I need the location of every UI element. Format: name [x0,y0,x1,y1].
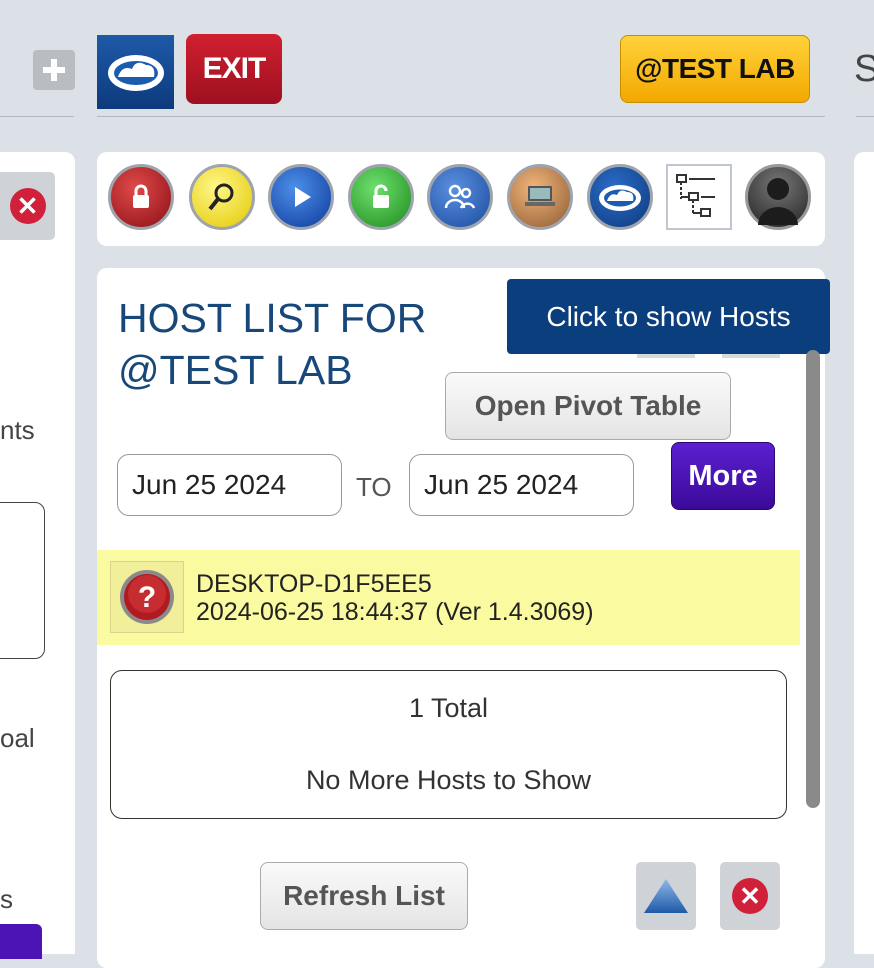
scrollbar[interactable] [806,350,820,808]
play-icon[interactable] [268,164,334,230]
date-range-separator: TO [356,472,392,502]
host-last-seen: 2024-06-25 18:44:37 (Ver 1.4.3069) [196,598,594,626]
organization-button[interactable]: @TEST LAB [620,35,810,103]
left-panel-text: s [0,884,13,914]
divider [856,116,874,117]
open-pivot-table-button[interactable]: Open Pivot Table [445,372,731,440]
lock-green-icon[interactable] [348,164,414,230]
left-panel-text: oal [0,723,35,753]
left-panel-box [0,502,45,659]
close-icon: ✕ [732,878,768,914]
lock-red-icon[interactable] [108,164,174,230]
add-tab-button[interactable] [33,50,75,90]
more-button[interactable]: More [671,442,775,510]
question-icon: ? [120,570,174,624]
triangle-up-icon [644,879,688,913]
end-of-list-message: No More Hosts to Show [305,765,592,795]
exit-button[interactable]: EXIT [186,34,282,104]
scroll-top-button[interactable] [636,862,696,930]
cloud-logo-icon[interactable] [587,164,653,230]
cut-off-label: S [854,48,874,90]
refresh-list-button[interactable]: Refresh List [260,862,468,930]
left-panel-close-button[interactable]: ✕ [0,172,55,240]
tooltip: Click to show Hosts [507,279,830,354]
total-count: 1 Total [408,693,489,723]
close-icon: ✕ [9,188,46,224]
magnifier-icon[interactable] [189,164,255,230]
computer-icon[interactable] [507,164,573,230]
left-panel-text: nts [0,415,35,445]
page-title: HOST LIST FOR @TEST LAB [118,295,427,393]
cloud-logo-icon [107,55,164,91]
date-to-field[interactable]: Jun 25 2024 [409,454,634,516]
user-profile-icon[interactable] [745,164,811,230]
close-panel-button[interactable]: ✕ [720,862,780,930]
right-panel [854,152,874,954]
date-from-field[interactable]: Jun 25 2024 [117,454,342,516]
divider [97,116,825,117]
tree-diagram-icon[interactable] [666,164,732,230]
app-logo[interactable] [97,35,174,109]
host-name: DESKTOP-D1F5EE5 [196,570,432,598]
divider [0,116,74,117]
plus-icon [43,59,65,81]
host-status[interactable]: ? [110,561,184,633]
svg-text:?: ? [138,581,156,614]
users-icon[interactable] [427,164,493,230]
